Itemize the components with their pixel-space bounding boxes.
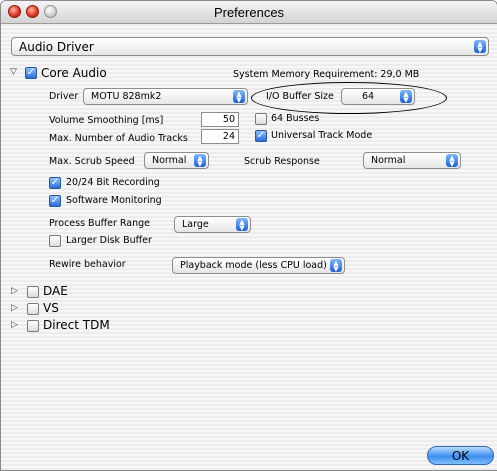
dae-checkbox[interactable] xyxy=(27,286,39,298)
scrub-response-popup[interactable]: Normal ▲ ▼ xyxy=(363,152,461,169)
core-audio-checkbox[interactable]: ✓ xyxy=(25,67,37,79)
process-buffer-popup[interactable]: Large ▲ ▼ xyxy=(174,216,251,233)
popup-arrows-icon: ▲ ▼ xyxy=(474,40,486,54)
vs-label: VS xyxy=(43,301,59,315)
vs-checkbox[interactable] xyxy=(27,303,39,315)
bit-recording-checkbox[interactable]: ✓ xyxy=(49,177,61,189)
core-audio-label: Core Audio xyxy=(41,66,107,80)
busses-label: 64 Busses xyxy=(271,113,320,124)
rewire-popup[interactable]: Playback mode (less CPU load) ▲ ▼ xyxy=(172,257,345,274)
universal-track-checkbox[interactable]: ✓ xyxy=(255,130,267,142)
ok-button[interactable]: OK xyxy=(427,446,494,465)
direct-tdm-label: Direct TDM xyxy=(43,318,110,332)
rewire-popup-value: Playback mode (less CPU load) xyxy=(180,260,327,271)
popup-arrows-icon: ▲ ▼ xyxy=(330,259,342,273)
volume-smoothing-label: Volume Smoothing [ms] xyxy=(49,115,164,126)
max-tracks-field[interactable]: 24 xyxy=(201,129,239,144)
system-memory-text: System Memory Requirement: 29,0 MB xyxy=(233,69,420,80)
software-monitoring-checkbox[interactable]: ✓ xyxy=(49,195,61,207)
disclosure-open-icon[interactable]: ▽ xyxy=(10,67,17,77)
io-buffer-popup[interactable]: 64 ▲ ▼ xyxy=(341,88,415,105)
title-bar: Preferences xyxy=(1,1,497,24)
driver-popup-value: MOTU 828mk2 xyxy=(91,91,162,102)
process-buffer-label: Process Buffer Range xyxy=(49,218,151,229)
driver-label: Driver xyxy=(49,91,79,102)
scrub-speed-label: Max. Scrub Speed xyxy=(49,156,135,167)
scrub-response-label: Scrub Response xyxy=(244,156,320,167)
popup-arrows-icon: ▲ ▼ xyxy=(446,154,458,168)
larger-disk-label: Larger Disk Buffer xyxy=(66,235,152,246)
dae-label: DAE xyxy=(43,284,68,298)
io-buffer-popup-value: 64 xyxy=(362,91,375,102)
driver-popup[interactable]: MOTU 828mk2 ▲ ▼ xyxy=(83,88,248,105)
process-buffer-popup-value: Large xyxy=(182,219,209,230)
disclosure-closed-icon[interactable]: ▷ xyxy=(11,286,18,296)
disclosure-closed-icon[interactable]: ▷ xyxy=(11,303,18,313)
rewire-label: Rewire behavior xyxy=(49,259,126,270)
category-popup-value: Audio Driver xyxy=(19,40,94,54)
scrub-speed-popup-value: Normal xyxy=(152,155,187,166)
max-tracks-label: Max. Number of Audio Tracks xyxy=(49,133,188,144)
window-title: Preferences xyxy=(213,5,285,20)
popup-arrows-icon: ▲ ▼ xyxy=(194,154,206,168)
io-buffer-label: I/O Buffer Size xyxy=(266,91,334,102)
preferences-window: Preferences Audio Driver ▲ ▼ ▽ ✓ Core Aud… xyxy=(0,0,497,471)
disclosure-closed-icon[interactable]: ▷ xyxy=(11,320,18,330)
scrub-response-popup-value: Normal xyxy=(371,155,406,166)
popup-arrows-icon: ▲ ▼ xyxy=(236,218,248,232)
larger-disk-checkbox[interactable] xyxy=(49,235,61,247)
software-monitoring-label: Software Monitoring xyxy=(66,195,162,206)
category-popup[interactable]: Audio Driver ▲ ▼ xyxy=(11,37,489,56)
universal-track-label: Universal Track Mode xyxy=(271,130,373,141)
bit-recording-label: 20/24 Bit Recording xyxy=(66,177,160,188)
popup-arrows-icon: ▲ ▼ xyxy=(233,90,245,104)
popup-arrows-icon: ▲ ▼ xyxy=(400,90,412,104)
scrub-speed-popup[interactable]: Normal ▲ ▼ xyxy=(144,152,209,169)
direct-tdm-checkbox[interactable] xyxy=(27,320,39,332)
volume-smoothing-field[interactable]: 50 xyxy=(201,112,239,127)
busses-checkbox[interactable] xyxy=(255,113,267,125)
